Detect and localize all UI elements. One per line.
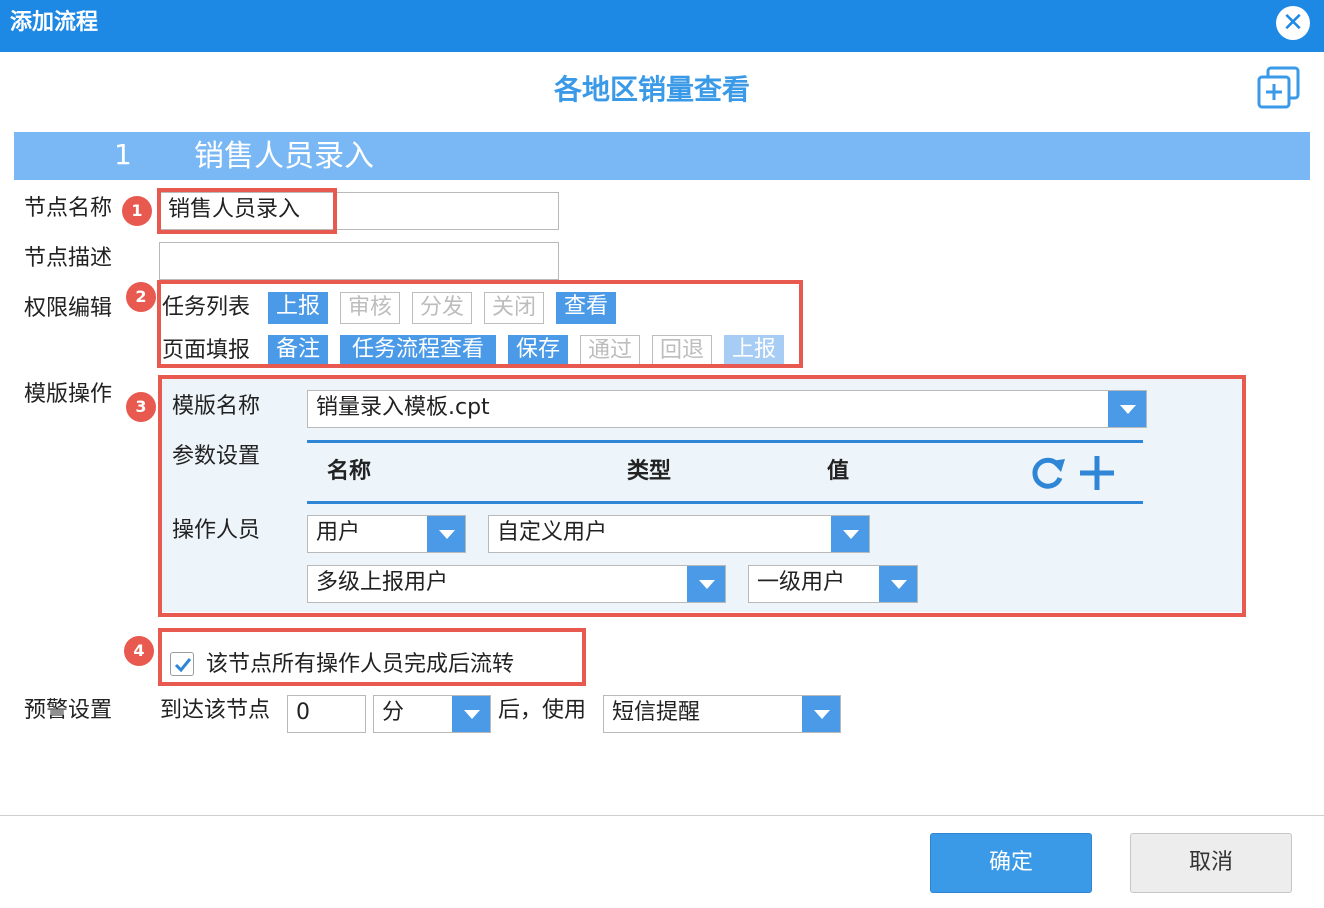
warning-suffix: 后，使用 <box>498 698 587 723</box>
warning-method-value: 短信提醒 <box>612 700 701 725</box>
node-header-name: 销售人员录入 <box>194 139 374 174</box>
template-ops-label: 模版操作 <box>24 382 113 407</box>
cancel-button[interactable]: 取消 <box>1130 833 1292 893</box>
node-number: 1 <box>114 138 132 171</box>
add-node-icon[interactable] <box>1256 66 1302 110</box>
highlight-box-2 <box>157 280 803 368</box>
ok-button[interactable]: 确定 <box>930 833 1092 893</box>
warning-amount-input[interactable]: 0 <box>287 695 366 733</box>
node-desc-label: 节点描述 <box>24 246 113 271</box>
flow-title: 各地区销量查看 <box>553 73 750 106</box>
close-icon[interactable]: ✕ <box>1276 6 1310 40</box>
step-badge-1: 1 <box>122 196 152 226</box>
node-name-label: 节点名称 <box>24 196 113 221</box>
permission-label: 权限编辑 <box>24 296 113 321</box>
warning-method-select[interactable]: 短信提醒 <box>603 695 841 733</box>
warning-unit-value: 分 <box>382 700 405 725</box>
dialog-titlebar: 添加流程 ✕ <box>0 0 1324 52</box>
step-badge-4: 4 <box>124 636 154 666</box>
highlight-box-4 <box>158 628 586 686</box>
step-badge-3: 3 <box>126 392 156 422</box>
node-header: 1 销售人员录入 <box>14 132 1310 180</box>
step-badge-2: 2 <box>126 282 156 312</box>
footer-divider <box>0 815 1324 816</box>
highlight-box-1 <box>157 188 337 234</box>
dropdown-arrow-icon[interactable] <box>802 696 840 732</box>
warning-unit-select[interactable]: 分 <box>373 695 491 733</box>
warning-prefix: 到达该节点 <box>160 698 271 723</box>
warning-label: 预警设置 <box>24 698 113 723</box>
node-desc-input[interactable] <box>159 242 559 280</box>
highlight-box-3 <box>158 375 1246 617</box>
dialog-title: 添加流程 <box>10 10 99 35</box>
dropdown-arrow-icon[interactable] <box>452 696 490 732</box>
